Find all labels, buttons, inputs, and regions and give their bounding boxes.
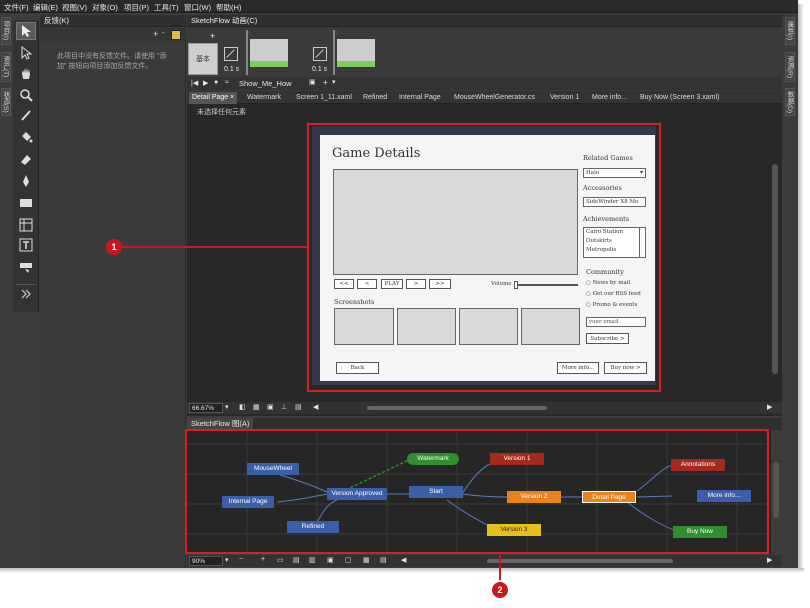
callout-2: 2 [492,582,508,598]
callout-1: 1 [106,239,122,255]
callout-lines [121,246,501,580]
